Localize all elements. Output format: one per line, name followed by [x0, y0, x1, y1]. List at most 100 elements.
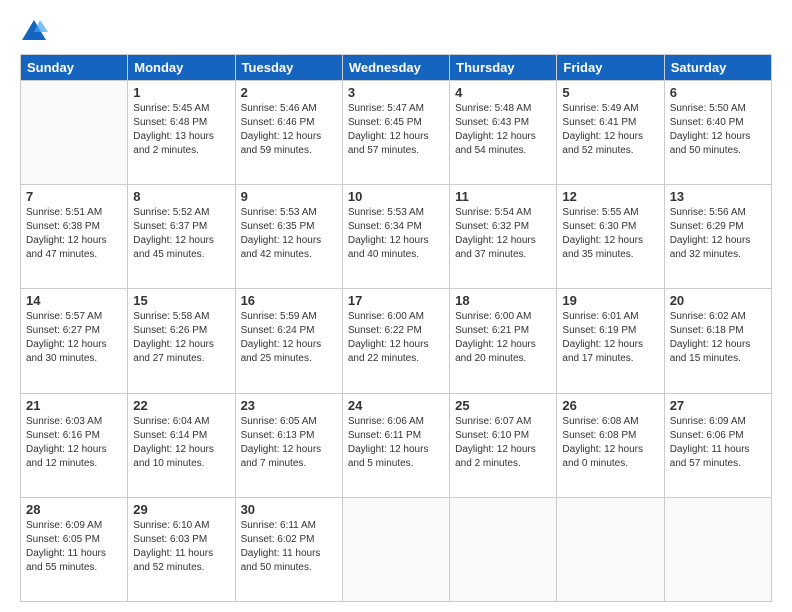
day-info: Sunrise: 6:08 AM Sunset: 6:08 PM Dayligh… [562, 415, 658, 471]
day-number: 15 [133, 293, 229, 308]
calendar-cell [664, 497, 771, 601]
day-info: Sunrise: 5:49 AM Sunset: 6:41 PM Dayligh… [562, 102, 658, 158]
calendar-cell: 7 Sunrise: 5:51 AM Sunset: 6:38 PM Daylig… [21, 185, 128, 289]
calendar-cell: 20Sunrise: 6:02 AM Sunset: 6:18 PM Dayli… [664, 289, 771, 393]
day-number: 28 [26, 502, 122, 517]
day-info: Sunrise: 5:53 AM Sunset: 6:34 PM Dayligh… [348, 206, 444, 262]
calendar-week-row: 7 Sunrise: 5:51 AM Sunset: 6:38 PM Daylig… [21, 185, 772, 289]
day-number: 4 [455, 85, 551, 100]
calendar-header-row: SundayMondayTuesdayWednesdayThursdayFrid… [21, 55, 772, 81]
day-number: 6 [670, 85, 766, 100]
calendar-week-row: 1Sunrise: 5:45 AM Sunset: 6:48 PM Daylig… [21, 81, 772, 185]
logo [20, 18, 52, 46]
day-number: 3 [348, 85, 444, 100]
day-number: 18 [455, 293, 551, 308]
calendar-cell: 5 Sunrise: 5:49 AM Sunset: 6:41 PM Daylig… [557, 81, 664, 185]
calendar-week-row: 14Sunrise: 5:57 AM Sunset: 6:27 PM Dayli… [21, 289, 772, 393]
day-number: 7 [26, 189, 122, 204]
day-info: Sunrise: 6:06 AM Sunset: 6:11 PM Dayligh… [348, 415, 444, 471]
calendar-cell: 9 Sunrise: 5:53 AM Sunset: 6:35 PM Daylig… [235, 185, 342, 289]
day-number: 13 [670, 189, 766, 204]
day-number: 30 [241, 502, 337, 517]
day-info: Sunrise: 5:56 AM Sunset: 6:29 PM Dayligh… [670, 206, 766, 262]
weekday-header: Sunday [21, 55, 128, 81]
weekday-header: Friday [557, 55, 664, 81]
day-info: Sunrise: 6:04 AM Sunset: 6:14 PM Dayligh… [133, 415, 229, 471]
calendar-week-row: 21Sunrise: 6:03 AM Sunset: 6:16 PM Dayli… [21, 393, 772, 497]
weekday-header: Saturday [664, 55, 771, 81]
calendar-cell: 11 Sunrise: 5:54 AM Sunset: 6:32 PM Dayli… [450, 185, 557, 289]
day-number: 8 [133, 189, 229, 204]
calendar-week-row: 28 Sunrise: 6:09 AM Sunset: 6:05 PM Dayli… [21, 497, 772, 601]
calendar-cell: 14Sunrise: 5:57 AM Sunset: 6:27 PM Dayli… [21, 289, 128, 393]
calendar-cell: 10 Sunrise: 5:53 AM Sunset: 6:34 PM Dayli… [342, 185, 449, 289]
calendar-cell [21, 81, 128, 185]
day-info: Sunrise: 5:46 AM Sunset: 6:46 PM Dayligh… [241, 102, 337, 158]
day-number: 10 [348, 189, 444, 204]
day-number: 29 [133, 502, 229, 517]
calendar-cell: 28 Sunrise: 6:09 AM Sunset: 6:05 PM Dayli… [21, 497, 128, 601]
calendar-cell: 30Sunrise: 6:11 AM Sunset: 6:02 PM Dayli… [235, 497, 342, 601]
calendar-cell: 15Sunrise: 5:58 AM Sunset: 6:26 PM Dayli… [128, 289, 235, 393]
day-info: Sunrise: 6:07 AM Sunset: 6:10 PM Dayligh… [455, 415, 551, 471]
calendar-cell: 18 Sunrise: 6:00 AM Sunset: 6:21 PM Dayli… [450, 289, 557, 393]
day-number: 12 [562, 189, 658, 204]
day-info: Sunrise: 5:47 AM Sunset: 6:45 PM Dayligh… [348, 102, 444, 158]
day-info: Sunrise: 5:45 AM Sunset: 6:48 PM Dayligh… [133, 102, 229, 158]
logo-icon [20, 18, 48, 46]
day-info: Sunrise: 5:50 AM Sunset: 6:40 PM Dayligh… [670, 102, 766, 158]
weekday-header: Thursday [450, 55, 557, 81]
calendar-cell: 6 Sunrise: 5:50 AM Sunset: 6:40 PM Daylig… [664, 81, 771, 185]
calendar-cell: 27 Sunrise: 6:09 AM Sunset: 6:06 PM Dayli… [664, 393, 771, 497]
calendar-cell: 2 Sunrise: 5:46 AM Sunset: 6:46 PM Daylig… [235, 81, 342, 185]
day-number: 25 [455, 398, 551, 413]
day-info: Sunrise: 6:09 AM Sunset: 6:05 PM Dayligh… [26, 519, 122, 575]
calendar-cell: 16 Sunrise: 5:59 AM Sunset: 6:24 PM Dayli… [235, 289, 342, 393]
day-info: Sunrise: 5:54 AM Sunset: 6:32 PM Dayligh… [455, 206, 551, 262]
day-number: 27 [670, 398, 766, 413]
calendar-cell: 19 Sunrise: 6:01 AM Sunset: 6:19 PM Dayli… [557, 289, 664, 393]
day-info: Sunrise: 6:01 AM Sunset: 6:19 PM Dayligh… [562, 310, 658, 366]
day-info: Sunrise: 5:55 AM Sunset: 6:30 PM Dayligh… [562, 206, 658, 262]
calendar-table: SundayMondayTuesdayWednesdayThursdayFrid… [20, 54, 772, 602]
calendar-cell: 25 Sunrise: 6:07 AM Sunset: 6:10 PM Dayli… [450, 393, 557, 497]
calendar-cell [557, 497, 664, 601]
weekday-header: Wednesday [342, 55, 449, 81]
day-number: 22 [133, 398, 229, 413]
day-number: 9 [241, 189, 337, 204]
calendar-cell: 21Sunrise: 6:03 AM Sunset: 6:16 PM Dayli… [21, 393, 128, 497]
day-info: Sunrise: 6:03 AM Sunset: 6:16 PM Dayligh… [26, 415, 122, 471]
calendar-cell: 24Sunrise: 6:06 AM Sunset: 6:11 PM Dayli… [342, 393, 449, 497]
day-info: Sunrise: 5:52 AM Sunset: 6:37 PM Dayligh… [133, 206, 229, 262]
day-number: 14 [26, 293, 122, 308]
day-number: 16 [241, 293, 337, 308]
calendar-cell [450, 497, 557, 601]
day-info: Sunrise: 6:09 AM Sunset: 6:06 PM Dayligh… [670, 415, 766, 471]
calendar-cell: 1Sunrise: 5:45 AM Sunset: 6:48 PM Daylig… [128, 81, 235, 185]
day-number: 2 [241, 85, 337, 100]
calendar-cell: 17 Sunrise: 6:00 AM Sunset: 6:22 PM Dayli… [342, 289, 449, 393]
day-info: Sunrise: 6:00 AM Sunset: 6:22 PM Dayligh… [348, 310, 444, 366]
calendar-cell: 23 Sunrise: 6:05 AM Sunset: 6:13 PM Dayli… [235, 393, 342, 497]
calendar-cell: 12 Sunrise: 5:55 AM Sunset: 6:30 PM Dayli… [557, 185, 664, 289]
day-info: Sunrise: 5:53 AM Sunset: 6:35 PM Dayligh… [241, 206, 337, 262]
calendar-cell: 26 Sunrise: 6:08 AM Sunset: 6:08 PM Dayli… [557, 393, 664, 497]
day-info: Sunrise: 5:51 AM Sunset: 6:38 PM Dayligh… [26, 206, 122, 262]
day-number: 5 [562, 85, 658, 100]
day-info: Sunrise: 6:02 AM Sunset: 6:18 PM Dayligh… [670, 310, 766, 366]
day-info: Sunrise: 5:48 AM Sunset: 6:43 PM Dayligh… [455, 102, 551, 158]
day-number: 17 [348, 293, 444, 308]
calendar-cell: 3 Sunrise: 5:47 AM Sunset: 6:45 PM Daylig… [342, 81, 449, 185]
day-number: 19 [562, 293, 658, 308]
weekday-header: Tuesday [235, 55, 342, 81]
page-header [20, 18, 772, 46]
day-info: Sunrise: 6:05 AM Sunset: 6:13 PM Dayligh… [241, 415, 337, 471]
day-number: 26 [562, 398, 658, 413]
weekday-header: Monday [128, 55, 235, 81]
day-number: 11 [455, 189, 551, 204]
calendar-cell [342, 497, 449, 601]
calendar-cell: 22 Sunrise: 6:04 AM Sunset: 6:14 PM Dayli… [128, 393, 235, 497]
day-number: 23 [241, 398, 337, 413]
day-info: Sunrise: 5:59 AM Sunset: 6:24 PM Dayligh… [241, 310, 337, 366]
day-info: Sunrise: 6:00 AM Sunset: 6:21 PM Dayligh… [455, 310, 551, 366]
